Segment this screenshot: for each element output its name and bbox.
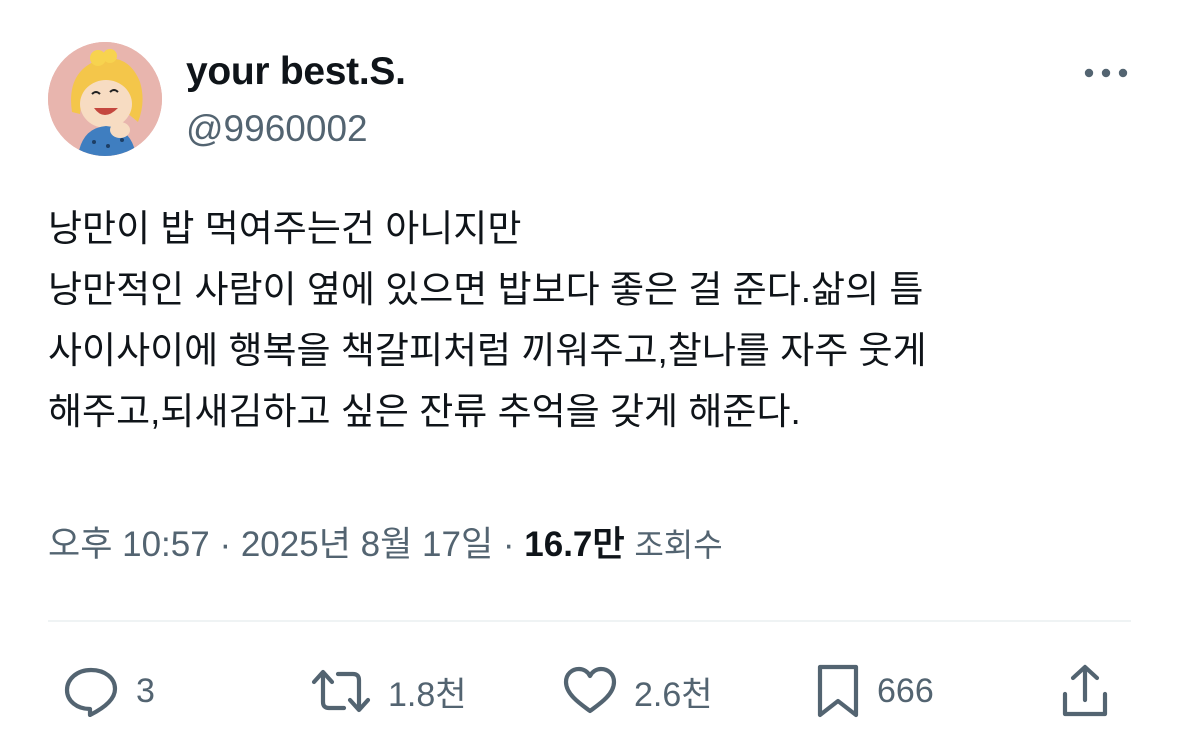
retweet-button[interactable]: 1.8천: [310, 660, 467, 722]
tweet-text-line: 낭만이 밥 먹여주는건 아니지만: [48, 208, 522, 249]
reply-button[interactable]: 3: [62, 660, 155, 722]
tweet-text-line: 해주고,되새김하고 싶은 잔류 추억을 갖게 해준다.: [48, 391, 801, 432]
reply-icon: [64, 667, 118, 717]
tweet-text: 낭만이 밥 먹여주는건 아니지만 낭만적인 사람이 옆에 있으면 밥보다 좋은 …: [48, 198, 1138, 442]
share-button[interactable]: [1060, 660, 1110, 722]
heart-icon: [563, 666, 617, 714]
like-count: 2.6천: [634, 675, 713, 714]
meta-separator: ·: [502, 525, 515, 564]
bookmark-count: 666: [877, 671, 934, 710]
meta-separator: ·: [219, 525, 232, 564]
like-button[interactable]: 2.6천: [562, 660, 713, 722]
avatar[interactable]: [48, 42, 162, 156]
reply-count: 3: [136, 671, 155, 710]
retweet-icon: [311, 669, 371, 713]
tweet-metadata: 오후 10:57 · 2025년 8월 17일 · 16.7만 조회수: [48, 520, 723, 570]
tweet-date[interactable]: 2025년 8월 17일: [241, 525, 493, 564]
share-icon: [1062, 664, 1108, 717]
more-options-button[interactable]: [1080, 56, 1132, 90]
retweet-count: 1.8천: [388, 675, 467, 714]
author-handle[interactable]: @9960002: [186, 106, 368, 152]
bookmark-icon: [817, 664, 859, 718]
author-display-name[interactable]: your best.S.: [186, 48, 406, 96]
bookmark-button[interactable]: 666: [815, 660, 934, 722]
divider: [48, 620, 1131, 622]
avatar-illustration: [48, 42, 162, 156]
tweet-time[interactable]: 오후 10:57: [48, 525, 210, 564]
more-dots-icon: [1084, 68, 1128, 78]
views-label[interactable]: 조회수: [634, 527, 722, 563]
tweet-text-line: 사이사이에 행복을 책갈피처럼 끼워주고,찰나를 자주 웃게: [48, 330, 927, 371]
views-count[interactable]: 16.7만: [524, 525, 624, 564]
tweet-text-line: 낭만적인 사람이 옆에 있으면 밥보다 좋은 걸 준다.삶의 틈: [48, 269, 924, 310]
